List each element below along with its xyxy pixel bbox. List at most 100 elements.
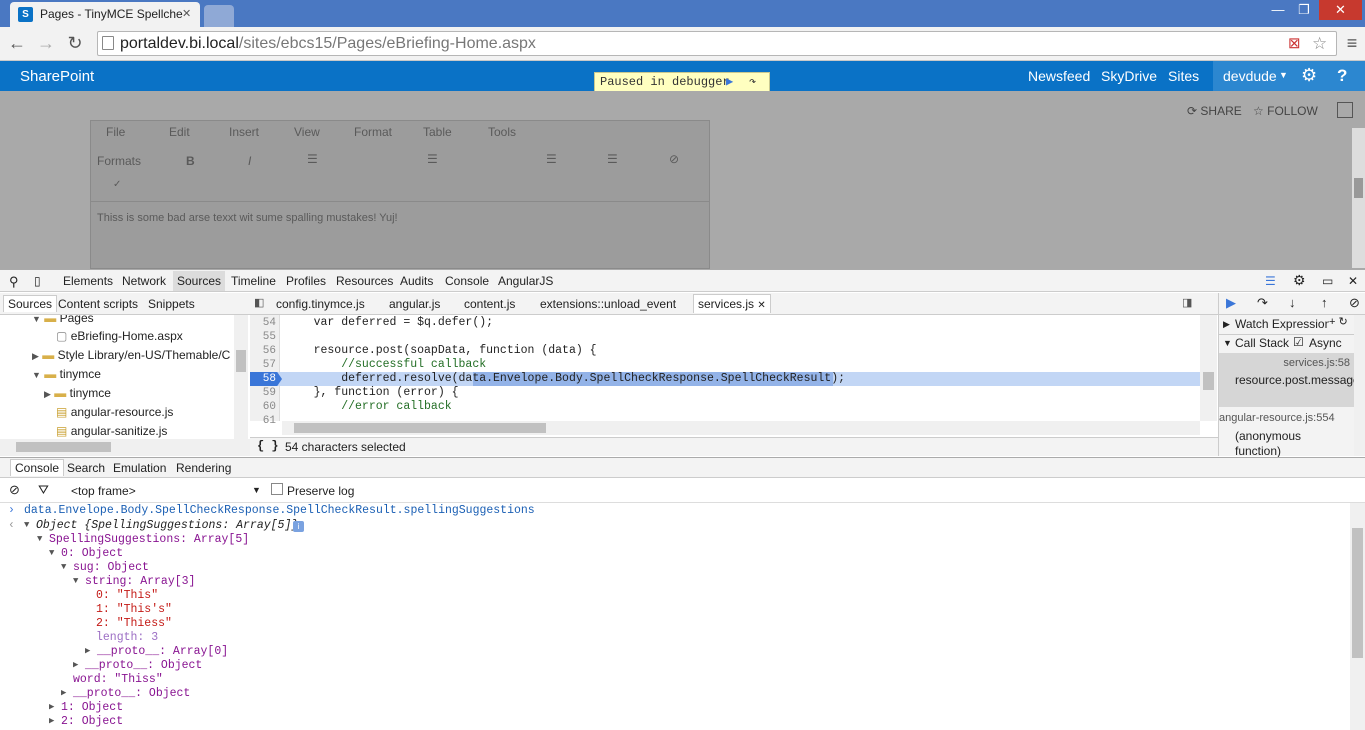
console-line[interactable]: string: Array[3] bbox=[85, 575, 195, 588]
file-tab-content[interactable]: content.js bbox=[464, 297, 515, 311]
collapsed-arrow-icon[interactable]: ▶ bbox=[49, 702, 54, 712]
forward-icon[interactable]: → bbox=[33, 30, 59, 56]
tree-item-pages[interactable]: ▼ ▬ Pages bbox=[32, 315, 94, 325]
console-line[interactable]: __proto__: Object bbox=[85, 659, 202, 672]
step-out-icon[interactable]: ↑ bbox=[1321, 295, 1328, 310]
collapsed-arrow-icon[interactable]: ▶ bbox=[85, 646, 90, 656]
bold-button[interactable]: B bbox=[186, 154, 195, 168]
console-line[interactable]: 1: Object bbox=[61, 701, 123, 714]
menu-insert[interactable]: Insert bbox=[229, 125, 259, 139]
expand-arrow-icon[interactable]: ▼ bbox=[37, 534, 42, 544]
line-number[interactable]: 56 bbox=[250, 345, 276, 357]
console-line[interactable]: __proto__: Object bbox=[73, 687, 190, 700]
collapsed-arrow-icon[interactable]: ▶ bbox=[49, 716, 54, 726]
line-number[interactable]: 57 bbox=[250, 359, 276, 371]
frame-location[interactable]: angular-resource.js:554 bbox=[1219, 412, 1335, 424]
file-tab-services[interactable]: services.js ✕ bbox=[693, 294, 771, 313]
info-icon[interactable]: i bbox=[293, 521, 304, 532]
panel-network[interactable]: Network bbox=[122, 274, 166, 288]
line-number[interactable]: 55 bbox=[250, 331, 276, 343]
chevron-down-icon[interactable]: ▼ bbox=[252, 485, 261, 495]
drawer-tab-rendering[interactable]: Rendering bbox=[176, 461, 231, 475]
outdent-icon[interactable]: ☰ bbox=[546, 152, 557, 166]
filter-icon[interactable]: ⛛ bbox=[38, 482, 49, 498]
panel-angularjs[interactable]: AngularJS bbox=[498, 274, 553, 288]
file-tab-angular[interactable]: angular.js bbox=[389, 297, 440, 311]
menu-tools[interactable]: Tools bbox=[488, 125, 516, 139]
back-icon[interactable]: ← bbox=[4, 30, 30, 56]
code-v-scrollbar[interactable] bbox=[1200, 315, 1217, 421]
step-into-icon[interactable]: ↓ bbox=[1289, 295, 1296, 310]
search-icon[interactable]: ⚲ bbox=[9, 274, 19, 290]
resume-icon[interactable]: ▶ bbox=[726, 73, 733, 91]
console-line[interactable]: 2: Object bbox=[61, 715, 123, 728]
console-scrollbar-thumb[interactable] bbox=[1352, 528, 1363, 658]
preserve-log-checkbox[interactable] bbox=[271, 483, 283, 495]
tab-close-icon[interactable]: ✕ bbox=[182, 2, 191, 26]
clear-console-icon[interactable]: ⊘ bbox=[9, 482, 20, 498]
expand-arrow-icon[interactable]: ▼ bbox=[49, 548, 54, 558]
console-line[interactable]: sug: Object bbox=[73, 561, 149, 574]
step-over-icon[interactable]: ↷ bbox=[1257, 295, 1268, 311]
device-mode-icon[interactable]: ▯ bbox=[34, 274, 41, 288]
formats-dropdown[interactable]: Formats bbox=[97, 154, 141, 168]
nav-tab-content-scripts[interactable]: Content scripts bbox=[58, 297, 138, 311]
step-over-icon[interactable]: ↷ bbox=[749, 73, 756, 91]
indent-icon[interactable]: ☰ bbox=[607, 152, 618, 166]
dock-icon[interactable]: ▭ bbox=[1322, 274, 1333, 288]
nav-tab-sources[interactable]: Sources bbox=[3, 295, 58, 312]
follow-button[interactable]: ☆ FOLLOW bbox=[1253, 104, 1318, 118]
panel-console[interactable]: Console bbox=[445, 274, 489, 288]
help-icon[interactable]: ? bbox=[1337, 66, 1347, 86]
menu-edit[interactable]: Edit bbox=[169, 125, 190, 139]
line-number-active[interactable]: 58 bbox=[250, 373, 276, 385]
browser-tab-active[interactable]: S Pages - TinyMCE Spellche ✕ bbox=[10, 2, 200, 27]
menu-view[interactable]: View bbox=[294, 125, 320, 139]
line-number[interactable]: 60 bbox=[250, 401, 276, 413]
reload-icon[interactable]: ↻ bbox=[62, 30, 88, 56]
file-tab-config[interactable]: config.tinymce.js bbox=[276, 297, 365, 311]
console-line[interactable]: Object {SpellingSuggestions: Array[5]} bbox=[36, 519, 298, 532]
frame-function[interactable]: (anonymous function) bbox=[1235, 429, 1345, 459]
collapsed-arrow-icon[interactable]: ▶ bbox=[73, 660, 78, 670]
chrome-menu-icon[interactable]: ≡ bbox=[1339, 30, 1365, 56]
menu-file[interactable]: File bbox=[106, 125, 125, 139]
share-button[interactable]: ⟳ SHARE bbox=[1187, 104, 1242, 118]
console-line[interactable]: __proto__: Array[0] bbox=[97, 645, 228, 658]
numbered-list-icon[interactable]: ☰ bbox=[427, 152, 438, 166]
bookmark-star-icon[interactable]: ☆ bbox=[1312, 32, 1327, 55]
sharepoint-brand[interactable]: SharePoint bbox=[20, 68, 94, 85]
drawer-tab-console[interactable]: Console bbox=[10, 459, 65, 476]
address-bar[interactable]: portaldev.bi.local/sites/ebcs15/Pages/eB… bbox=[97, 31, 1337, 56]
toggle-navigator-icon[interactable]: ◧ bbox=[254, 296, 264, 309]
editor-content[interactable]: Thiss is some bad arse texxt wit sume sp… bbox=[97, 212, 398, 224]
nav-skydrive[interactable]: SkyDrive bbox=[1101, 68, 1157, 84]
tree-item-ebriefing[interactable]: ▢ eBriefing-Home.aspx bbox=[56, 329, 183, 343]
tree-item-angular-sanitize[interactable]: ▤ angular-sanitize.js bbox=[56, 424, 167, 438]
toggle-debugger-icon[interactable]: ◨ bbox=[1182, 296, 1192, 309]
tree-item-tinymce[interactable]: ▼ ▬ tinymce bbox=[32, 367, 101, 381]
tree-item-angular-resource[interactable]: ▤ angular-resource.js bbox=[56, 405, 173, 419]
drawer-tab-emulation[interactable]: Emulation bbox=[113, 461, 166, 475]
line-number[interactable]: 54 bbox=[250, 317, 276, 329]
add-watch-icon[interactable]: + ↻ bbox=[1329, 315, 1348, 328]
spellcheck-icon[interactable]: ✓ bbox=[113, 179, 121, 190]
tree-item-tinymce-sub[interactable]: ▶ ▬ tinymce bbox=[44, 386, 111, 400]
tab-close-icon[interactable]: ✕ bbox=[757, 300, 765, 311]
watch-expressions-header[interactable]: Watch Expressions bbox=[1235, 317, 1337, 331]
resume-icon[interactable]: ▶ bbox=[1226, 295, 1236, 311]
tree-h-scrollbar-thumb[interactable] bbox=[16, 442, 111, 452]
tree-v-scrollbar-thumb[interactable] bbox=[236, 350, 246, 372]
link-icon[interactable]: ⊘ bbox=[669, 152, 679, 166]
menu-format[interactable]: Format bbox=[354, 125, 392, 139]
tree-item-style-library[interactable]: ▶ ▬ Style Library/en-US/Themable/C bbox=[32, 348, 230, 362]
expand-arrow-icon[interactable]: ▼ bbox=[73, 576, 78, 586]
drawer-tab-search[interactable]: Search bbox=[67, 461, 105, 475]
deactivate-breakpoints-icon[interactable]: ⊘ bbox=[1349, 295, 1360, 311]
code-h-scrollbar[interactable] bbox=[282, 421, 1200, 435]
expand-arrow-icon[interactable]: ▼ bbox=[61, 562, 66, 572]
panel-audits[interactable]: Audits bbox=[400, 274, 433, 288]
maximize-button[interactable]: ❐ bbox=[1291, 0, 1317, 20]
console-line[interactable]: 0: Object bbox=[61, 547, 123, 560]
minimize-button[interactable]: — bbox=[1265, 0, 1291, 20]
